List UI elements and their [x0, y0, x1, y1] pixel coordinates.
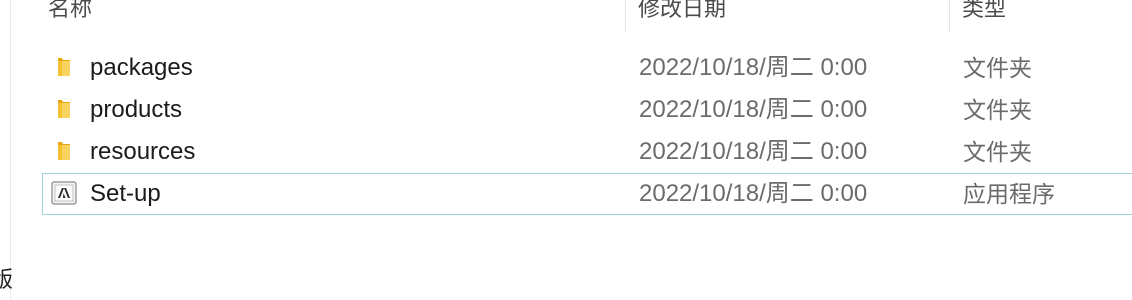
- folder-icon: [53, 140, 75, 162]
- file-modified-date: 2022/10/18/周二 0:00: [639, 54, 868, 81]
- folder-icon: [53, 56, 75, 78]
- file-explorer-view: 版 名称 修改日期 类型 packages 2022/10/18/周二 0:00…: [0, 0, 1132, 300]
- file-type: 文件夹: [963, 139, 1032, 165]
- folder-icon: [53, 98, 75, 120]
- file-modified-date: 2022/10/18/周二 0:00: [639, 96, 868, 123]
- file-name[interactable]: packages: [90, 48, 193, 88]
- navigation-pane[interactable]: 版: [0, 0, 13, 300]
- file-type: 文件夹: [963, 55, 1032, 81]
- column-header-type[interactable]: 类型: [962, 0, 1006, 26]
- file-modified-date: 2022/10/18/周二 0:00: [639, 180, 868, 207]
- file-modified-date: 2022/10/18/周二 0:00: [639, 138, 868, 165]
- file-row-products[interactable]: products 2022/10/18/周二 0:00 文件夹: [42, 89, 1132, 131]
- column-divider[interactable]: [949, 0, 950, 32]
- column-header-date[interactable]: 修改日期: [638, 0, 726, 26]
- file-type: 文件夹: [963, 97, 1032, 123]
- file-name[interactable]: resources: [90, 132, 195, 172]
- column-header-name[interactable]: 名称: [48, 0, 92, 26]
- file-row-packages[interactable]: packages 2022/10/18/周二 0:00 文件夹: [42, 47, 1132, 89]
- column-header-bar: 名称 修改日期 类型: [0, 0, 1132, 32]
- file-type: 应用程序: [963, 181, 1055, 207]
- nav-pane-item-label[interactable]: 版: [0, 262, 13, 294]
- file-row-resources[interactable]: resources 2022/10/18/周二 0:00 文件夹: [42, 131, 1132, 173]
- file-name[interactable]: products: [90, 90, 182, 130]
- file-list: packages 2022/10/18/周二 0:00 文件夹 products…: [42, 47, 1132, 215]
- column-divider[interactable]: [625, 0, 626, 32]
- file-row-setup[interactable]: Set-up 2022/10/18/周二 0:00 应用程序: [42, 173, 1132, 215]
- file-name[interactable]: Set-up: [90, 174, 161, 214]
- adobe-app-icon: [51, 181, 77, 205]
